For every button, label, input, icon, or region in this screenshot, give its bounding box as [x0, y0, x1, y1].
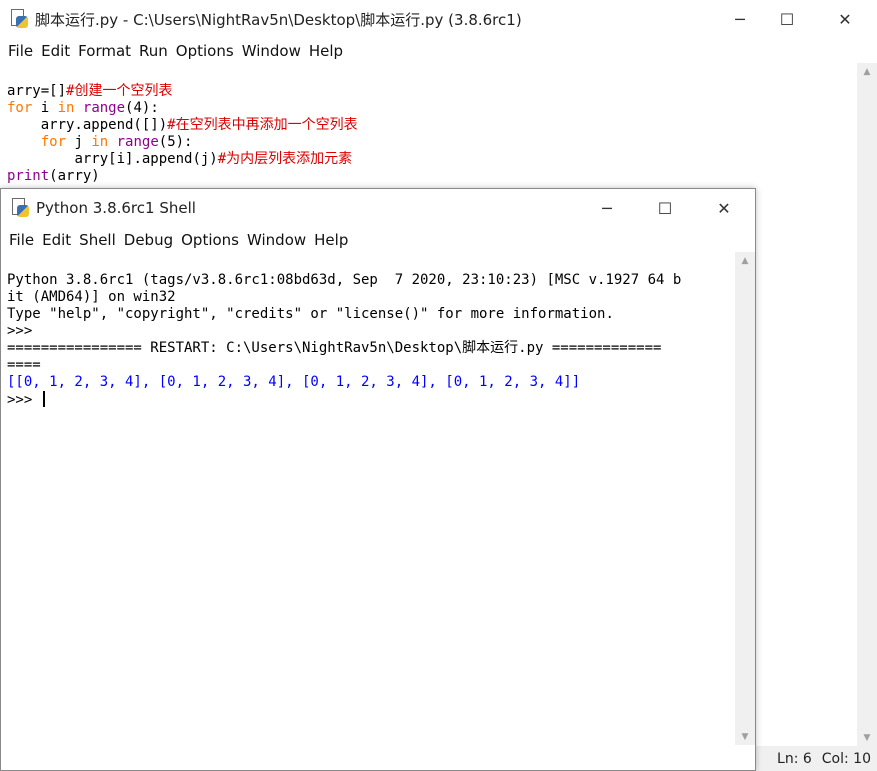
editor-scrollbar[interactable]: ▲ ▼	[857, 63, 877, 746]
code-line-1: arry=[]#创建一个空列表	[7, 83, 173, 99]
code-line-2: for i in range(4):	[7, 100, 159, 116]
code-line-4: for j in range(5):	[40, 134, 193, 150]
shell-restart-line: ================ RESTART: C:\Users\Night…	[7, 340, 662, 356]
shell-menu-shell[interactable]: Shell	[71, 231, 116, 249]
python-file-icon	[9, 9, 29, 29]
editor-menu-options[interactable]: Options	[168, 42, 234, 60]
shell-title: Python 3.8.6rc1 Shell	[36, 199, 196, 217]
code-line-5: arry[i].append(j)#为内层列表添加元素	[74, 151, 353, 167]
code-line-6: print(arry)	[7, 168, 100, 184]
shell-program-output: [[0, 1, 2, 3, 4], [0, 1, 2, 3, 4], [0, 1…	[7, 374, 581, 390]
shell-menu-help[interactable]: Help	[306, 231, 348, 249]
shell-menu-file[interactable]: File	[1, 231, 34, 249]
shell-menu-window[interactable]: Window	[239, 231, 306, 249]
editor-code-area[interactable]: arry=[]#创建一个空列表 for i in range(4): arry.a…	[7, 66, 847, 186]
editor-menu-file[interactable]: File	[0, 42, 33, 60]
shell-banner-line: Type "help", "copyright", "credits" or "…	[7, 306, 614, 322]
editor-scroll-up-icon[interactable]: ▲	[857, 63, 877, 80]
status-col: Col: 10	[821, 750, 871, 767]
editor-menu-window[interactable]: Window	[234, 42, 301, 60]
status-line: Ln: 6	[777, 750, 812, 767]
editor-menu-help[interactable]: Help	[301, 42, 343, 60]
python-shell-icon	[10, 198, 30, 218]
editor-menu-format[interactable]: Format	[70, 42, 131, 60]
editor-minimize-icon[interactable]: ─	[717, 0, 763, 38]
shell-prompt: >>>	[7, 323, 41, 339]
shell-output-area[interactable]: Python 3.8.6rc1 (tags/v3.8.6rc1:08bd63d,…	[7, 255, 729, 765]
shell-active-prompt[interactable]: >>>	[7, 391, 729, 409]
text-cursor	[42, 391, 45, 407]
shell-menu-debug[interactable]: Debug	[116, 231, 173, 249]
shell-scroll-up-icon[interactable]: ▲	[735, 252, 755, 269]
shell-menubar: File Edit Shell Debug Options Window Hel…	[1, 227, 755, 252]
code-line-3: arry.append([])#在空列表中再添加一个空列表	[40, 117, 358, 133]
shell-scrollbar[interactable]: ▲ ▼	[735, 252, 755, 745]
editor-scroll-down-icon[interactable]: ▼	[857, 729, 877, 746]
editor-menubar: File Edit Format Run Options Window Help	[0, 38, 877, 63]
editor-close-icon[interactable]: ✕	[822, 0, 868, 38]
editor-maximize-icon[interactable]: ☐	[764, 0, 810, 38]
shell-maximize-icon[interactable]: ☐	[642, 189, 688, 227]
editor-title: 脚本运行.py - C:\Users\NightRav5n\Desktop\脚本…	[35, 10, 522, 29]
shell-close-icon[interactable]: ✕	[701, 189, 747, 227]
editor-menu-edit[interactable]: Edit	[33, 42, 70, 60]
editor-menu-run[interactable]: Run	[131, 42, 168, 60]
shell-window: Python 3.8.6rc1 Shell ─ ☐ ✕ File Edit Sh…	[0, 188, 756, 771]
shell-minimize-icon[interactable]: ─	[584, 189, 630, 227]
shell-scroll-down-icon[interactable]: ▼	[735, 728, 755, 745]
shell-menu-edit[interactable]: Edit	[34, 231, 71, 249]
shell-banner-line: Python 3.8.6rc1 (tags/v3.8.6rc1:08bd63d,…	[7, 272, 682, 288]
shell-restart-line: ====	[7, 357, 41, 373]
shell-menu-options[interactable]: Options	[173, 231, 239, 249]
shell-banner-line: it (AMD64)] on win32	[7, 289, 176, 305]
editor-statusbar: Ln: 6 Col: 10	[752, 746, 877, 771]
